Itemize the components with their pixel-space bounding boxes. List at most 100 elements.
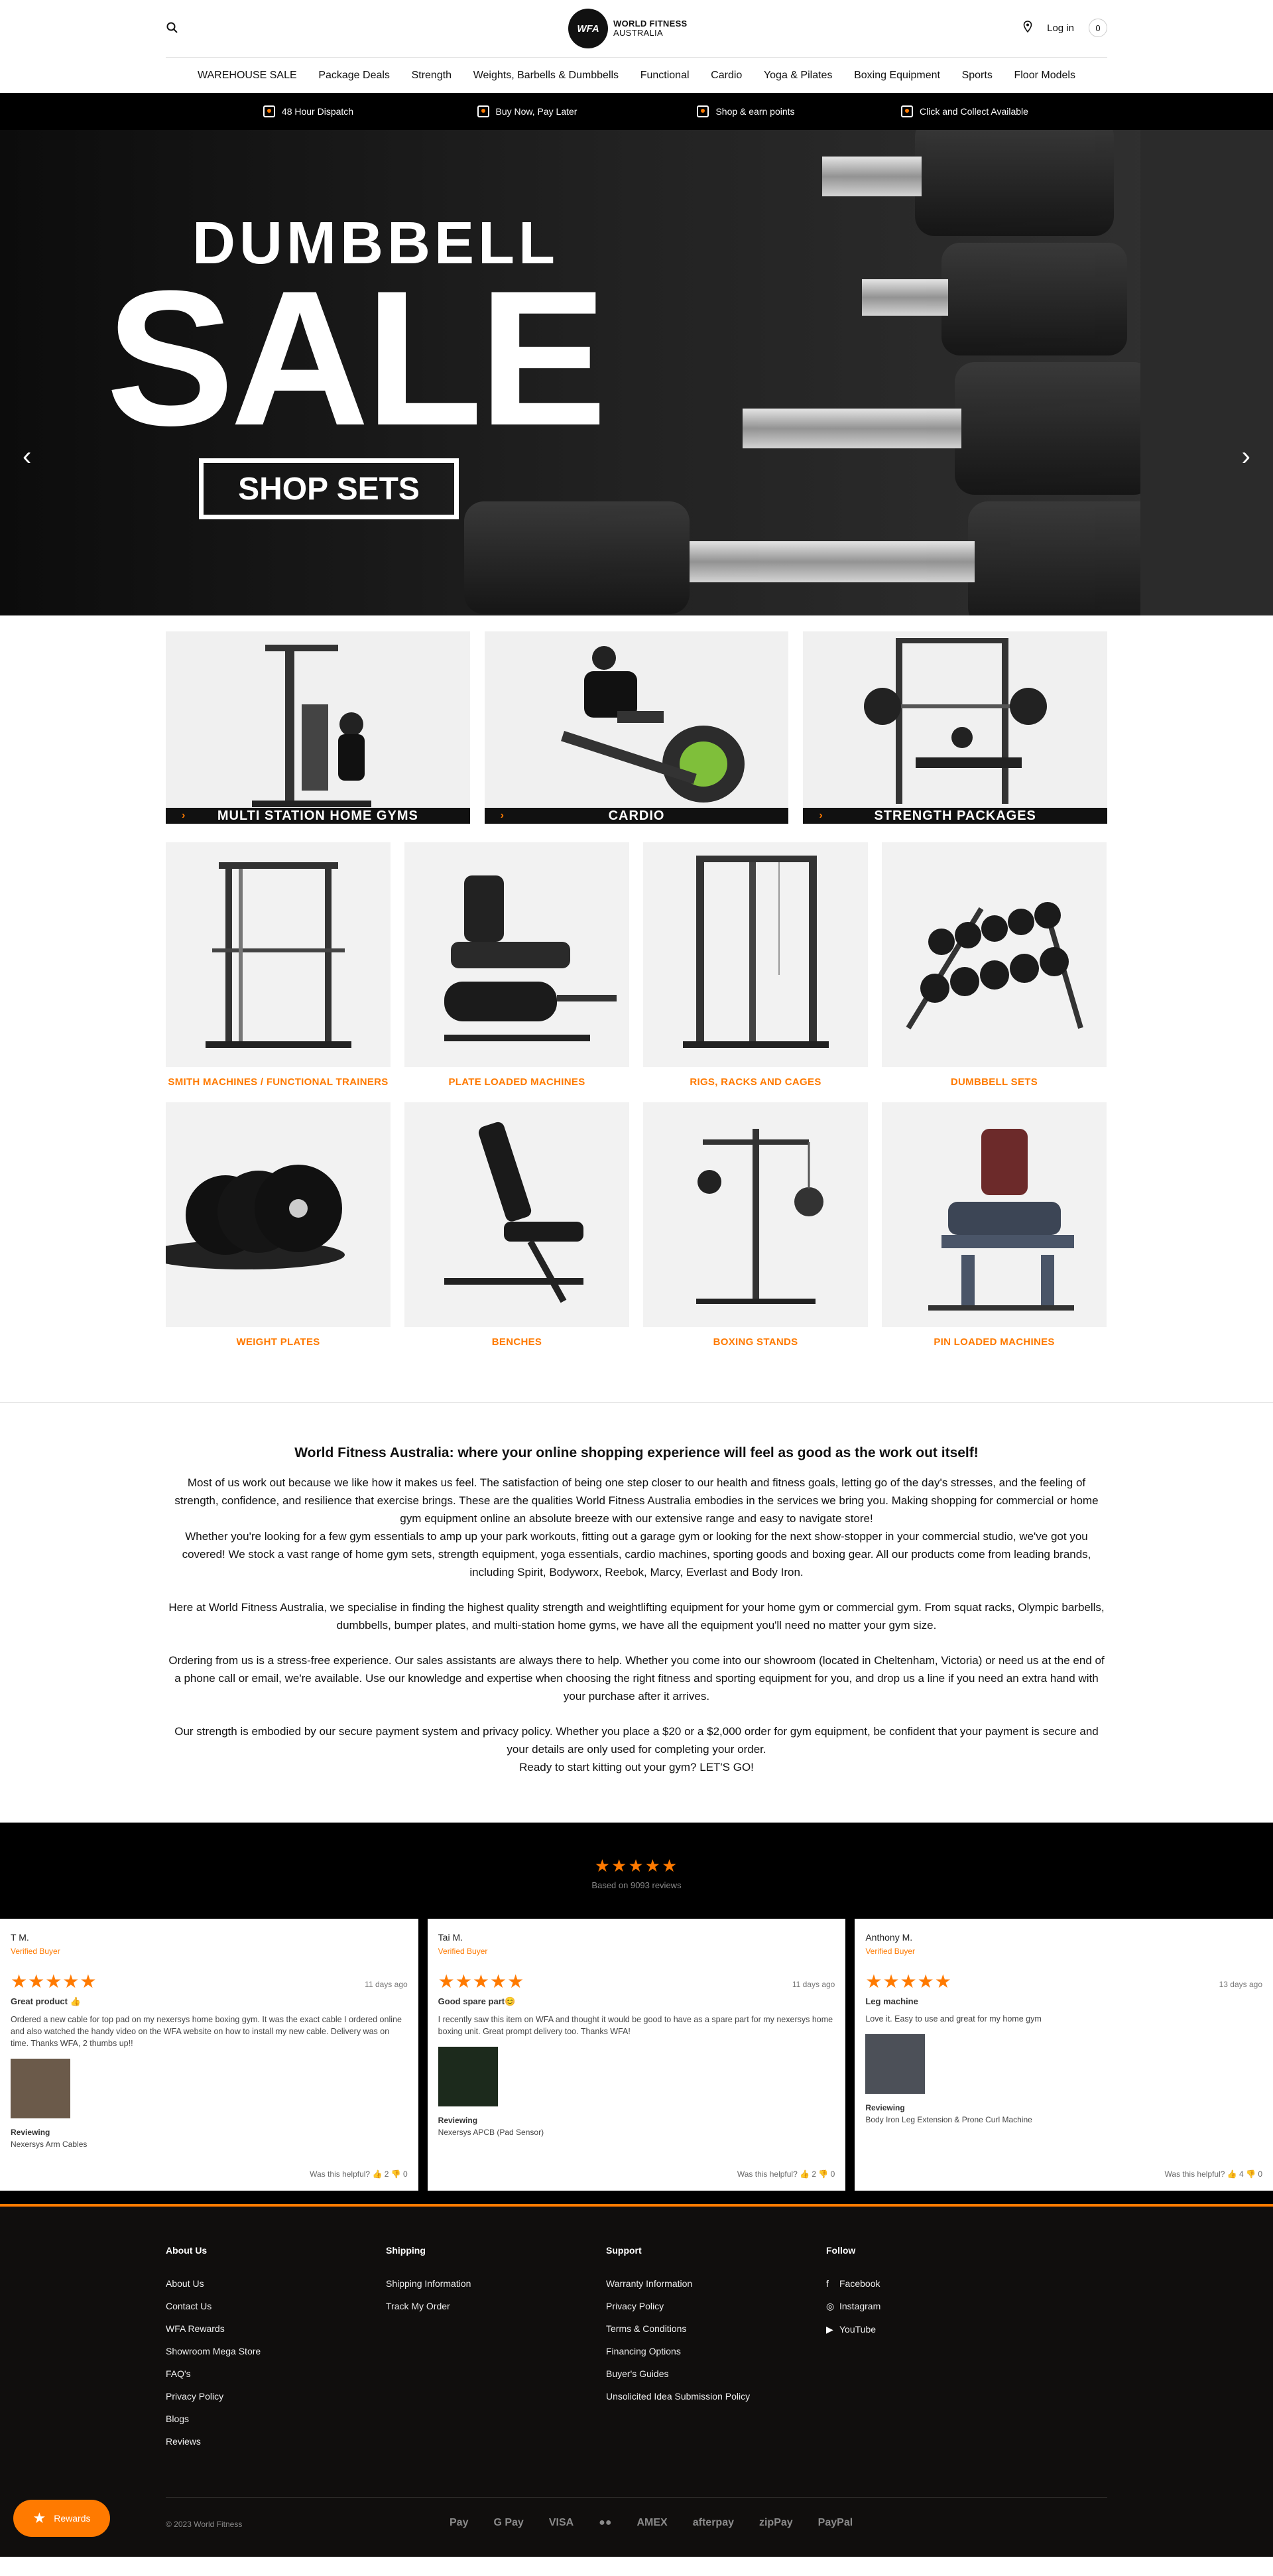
review-body: Ordered a new cable for top pad on my ne… — [11, 2015, 402, 2048]
verified-badge: Verified Buyer — [438, 1947, 488, 1956]
chevron-right-icon: › — [500, 810, 505, 821]
hero-banner[interactable]: DUMBBELL SALE SHOP SETS ‹ › — [0, 130, 1273, 615]
footer-link[interactable]: Unsolicited Idea Submission Policy — [606, 2391, 826, 2402]
logo-text: WORLD FITNESS AUSTRALIA — [613, 19, 688, 38]
main-nav: WAREHOUSE SALE Package Deals Strength We… — [166, 57, 1107, 93]
helpful-votes[interactable]: Was this helpful? 👍 2 👎 0 — [310, 2169, 408, 2179]
footer-link[interactable]: FAQ's — [166, 2368, 386, 2379]
power-rack-image — [803, 631, 1108, 824]
category-label[interactable]: PLATE LOADED MACHINES — [404, 1076, 629, 1088]
category-label[interactable]: BENCHES — [404, 1336, 629, 1348]
nav-yoga-pilates[interactable]: Yoga & Pilates — [764, 70, 832, 82]
benefit-points[interactable]: Shop & earn points — [636, 105, 855, 117]
intro-heading: World Fitness Australia: where your onli… — [294, 1445, 979, 1460]
apple-pay-icon: Pay — [450, 2517, 469, 2528]
intro-paragraph: Our strength is embodied by our secure p… — [166, 1722, 1107, 1776]
footer-link[interactable]: Blogs — [166, 2414, 386, 2424]
review-date: 11 days ago — [792, 1980, 835, 1989]
footer-link[interactable]: About Us — [166, 2278, 386, 2289]
benefit-click-collect[interactable]: Click and Collect Available — [855, 105, 1074, 117]
social-label: Instagram — [839, 2301, 881, 2311]
nav-weights[interactable]: Weights, Barbells & Dumbbells — [473, 70, 619, 82]
nav-boxing-equipment[interactable]: Boxing Equipment — [854, 70, 940, 82]
review-body: I recently saw this item on WFA and thou… — [438, 2015, 833, 2036]
footer-link[interactable]: WFA Rewards — [166, 2323, 386, 2334]
footer-link[interactable]: Buyer's Guides — [606, 2368, 826, 2379]
reviewed-product[interactable]: Body Iron Leg Extension & Prone Curl Mac… — [865, 2115, 1262, 2124]
category-weight-plates[interactable]: WEIGHT PLATES — [166, 1102, 391, 1348]
review-photo[interactable] — [11, 2059, 70, 2118]
logo-mark: WFA — [568, 9, 608, 48]
footer-link[interactable]: Privacy Policy — [166, 2391, 386, 2402]
reviewed-product[interactable]: Nexersys APCB (Pad Sensor) — [438, 2128, 835, 2137]
reviews-section: ★★★★★ Based on 9093 reviews T M. Verifie… — [0, 1823, 1273, 2204]
chevron-right-icon: › — [182, 810, 186, 821]
category-label[interactable]: PIN LOADED MACHINES — [882, 1336, 1107, 1348]
category-dumbbell-sets[interactable]: DUMBBELL SETS — [882, 842, 1107, 1088]
nav-strength[interactable]: Strength — [412, 70, 452, 82]
site-logo[interactable]: WFA WORLD FITNESS AUSTRALIA — [568, 9, 705, 48]
footer-link[interactable]: Privacy Policy — [606, 2301, 826, 2311]
benefit-dispatch[interactable]: 48 Hour Dispatch — [199, 105, 418, 117]
location-icon[interactable] — [1023, 20, 1032, 36]
rewards-button[interactable]: ★ Rewards — [13, 2500, 110, 2537]
category-rigs-racks[interactable]: RIGS, RACKS AND CAGES — [643, 842, 868, 1088]
cart-count-badge[interactable]: 0 — [1089, 19, 1107, 37]
shop-sets-button[interactable]: SHOP SETS — [199, 458, 459, 519]
reviewed-product[interactable]: Nexersys Arm Cables — [11, 2140, 408, 2149]
category-label[interactable]: RIGS, RACKS AND CAGES — [643, 1076, 868, 1088]
verified-badge: Verified Buyer — [11, 1947, 60, 1956]
rig-rack-image — [643, 842, 868, 1067]
reviewer-name: Anthony M. — [865, 1932, 913, 1943]
category-label[interactable]: WEIGHT PLATES — [166, 1336, 391, 1348]
category-boxing-stands[interactable]: BOXING STANDS — [643, 1102, 868, 1348]
carousel-next-icon[interactable]: › — [1242, 442, 1250, 472]
nav-warehouse-sale[interactable]: WAREHOUSE SALE — [198, 70, 297, 82]
footer-support: Support Warranty Information Privacy Pol… — [606, 2245, 826, 2459]
footer-link[interactable]: Reviews — [166, 2436, 386, 2447]
site-header: WFA WORLD FITNESS AUSTRALIA Log in 0 — [166, 0, 1107, 57]
youtube-link[interactable]: ▶ YouTube — [826, 2324, 1046, 2335]
instagram-link[interactable]: ◎ Instagram — [826, 2301, 1046, 2312]
featured-multi-station[interactable]: › MULTI STATION HOME GYMS — [166, 631, 470, 824]
intro-paragraph: Most of us work out because we like how … — [166, 1474, 1107, 1581]
category-label[interactable]: SMITH MACHINES / FUNCTIONAL TRAINERS — [166, 1076, 391, 1088]
featured-cardio[interactable]: › CARDIO — [484, 631, 789, 824]
google-pay-icon: G Pay — [493, 2517, 524, 2528]
review-photo[interactable] — [865, 2034, 926, 2094]
benefit-bnpl[interactable]: Buy Now, Pay Later — [418, 105, 636, 117]
category-label[interactable]: BOXING STANDS — [643, 1336, 868, 1348]
review-photo[interactable] — [438, 2047, 498, 2106]
nav-functional[interactable]: Functional — [640, 70, 690, 82]
footer-link[interactable]: Terms & Conditions — [606, 2323, 826, 2334]
helpful-votes[interactable]: Was this helpful? 👍 2 👎 0 — [737, 2169, 835, 2179]
helpful-votes[interactable]: Was this helpful? 👍 4 👎 0 — [1165, 2169, 1263, 2179]
review-cards: T M. Verified Buyer ★★★★★ 11 days ago Gr… — [0, 1919, 1273, 2191]
reviews-count[interactable]: Based on 9093 reviews — [0, 1880, 1273, 1890]
reviewer-name: T M. — [11, 1932, 29, 1943]
nav-package-deals[interactable]: Package Deals — [318, 70, 390, 82]
social-label: YouTube — [839, 2324, 877, 2335]
search-icon[interactable] — [166, 21, 179, 34]
footer-link[interactable]: Contact Us — [166, 2301, 386, 2311]
facebook-link[interactable]: f Facebook — [826, 2278, 1046, 2289]
category-label[interactable]: DUMBBELL SETS — [882, 1076, 1107, 1088]
reviews-summary: ★★★★★ Based on 9093 reviews — [0, 1823, 1273, 1890]
chevron-right-icon: › — [819, 810, 823, 821]
nav-floor-models[interactable]: Floor Models — [1014, 70, 1075, 82]
login-link[interactable]: Log in — [1047, 23, 1074, 34]
nav-cardio[interactable]: Cardio — [711, 70, 742, 82]
footer-link[interactable]: Track My Order — [386, 2301, 606, 2311]
footer-link[interactable]: Showroom Mega Store — [166, 2346, 386, 2356]
category-pin-loaded[interactable]: PIN LOADED MACHINES — [882, 1102, 1107, 1348]
category-benches[interactable]: BENCHES — [404, 1102, 629, 1348]
category-smith-machines[interactable]: SMITH MACHINES / FUNCTIONAL TRAINERS — [166, 842, 391, 1088]
featured-strength-packages[interactable]: › STRENGTH PACKAGES — [803, 631, 1108, 824]
category-plate-loaded[interactable]: PLATE LOADED MACHINES — [404, 842, 629, 1088]
nav-sports[interactable]: Sports — [962, 70, 993, 82]
carousel-prev-icon[interactable]: ‹ — [23, 442, 31, 472]
footer-link[interactable]: Shipping Information — [386, 2278, 606, 2289]
footer-link[interactable]: Warranty Information — [606, 2278, 826, 2289]
footer-link[interactable]: Financing Options — [606, 2346, 826, 2356]
review-date: 11 days ago — [365, 1980, 408, 1989]
